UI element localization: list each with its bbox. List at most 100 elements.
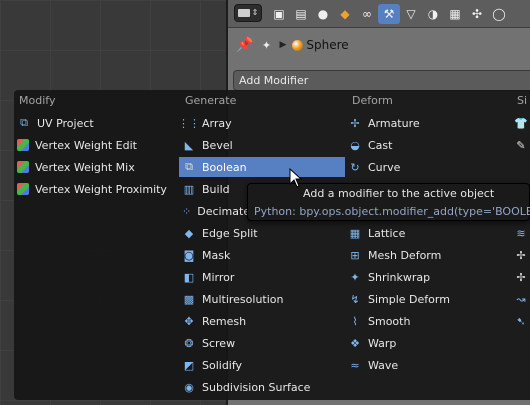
- updown-arrows-icon: ⇕: [251, 8, 259, 17]
- cast-icon: ◒: [350, 138, 360, 152]
- smoke-icon: ↝: [516, 292, 526, 306]
- menu-item-multiresolution[interactable]: ▩ Multiresolution: [179, 289, 345, 309]
- mesh-deform-icon: ⊞: [350, 248, 360, 262]
- render-tab-icon[interactable]: ▣: [268, 4, 290, 24]
- menu-item-mesh-deform[interactable]: ⊞ Mesh Deform: [345, 245, 515, 265]
- vertex-weight-icon: [17, 161, 29, 173]
- menu-item-boolean[interactable]: ⧉ Boolean: [179, 157, 345, 177]
- menu-item-array[interactable]: ⋮⋮ Array: [178, 113, 345, 133]
- menu-item-warp[interactable]: ❖ Warp: [345, 333, 515, 353]
- menu-item-decimate[interactable]: ⁘ Decimate: [179, 201, 251, 221]
- column-heading-simulate: Si: [517, 94, 528, 107]
- object-name: Sphere: [306, 38, 349, 52]
- menu-item-label: Cast: [368, 138, 393, 152]
- particles-icon: ✢: [516, 248, 526, 262]
- column-heading-deform: Deform: [352, 94, 393, 107]
- shrinkwrap-icon: ✦: [350, 270, 360, 284]
- menu-item-uv-project[interactable]: ⧉ UV Project: [14, 113, 179, 133]
- properties-header: ⇕ ▣ ▤ ● ◆ ∞ ⚒ ▽ ◑ ▦ ✣ ◯: [228, 0, 530, 28]
- menu-item-simulate-system[interactable]: ✢: [511, 267, 530, 287]
- menu-item-screw[interactable]: ❂ Screw: [179, 333, 345, 353]
- smooth-icon: ⌇: [352, 314, 358, 328]
- menu-item-label: Shrinkwrap: [368, 270, 431, 284]
- context-path: 📌 ✦ ▶ Sphere: [228, 31, 530, 59]
- object-icon: [292, 39, 304, 51]
- remesh-icon: ✥: [184, 314, 194, 328]
- mouse-cursor-icon: [289, 168, 303, 188]
- menu-item-label: Mirror: [202, 270, 235, 284]
- data-tab-icon[interactable]: ▽: [400, 4, 422, 24]
- menu-item-bevel[interactable]: ◣ Bevel: [179, 135, 345, 155]
- add-modifier-button[interactable]: Add Modifier: [233, 70, 530, 91]
- menu-item-label: Warp: [368, 336, 397, 350]
- vertex-weight-icon: [17, 183, 29, 195]
- menu-item-edge-split[interactable]: ◆ Edge Split: [179, 223, 345, 243]
- menu-item-subdivision-surface[interactable]: ◉ Subdivision Surface: [179, 377, 345, 397]
- column-heading-modify: Modify: [19, 94, 56, 107]
- tooltip-title: Add a modifier to the active object: [303, 187, 495, 200]
- menu-item-label: UV Project: [37, 116, 94, 130]
- menu-item-label: Vertex Weight Edit: [35, 138, 137, 152]
- menu-item-simulate-collision[interactable]: ✎: [511, 135, 530, 155]
- object-tab-icon[interactable]: ◆: [334, 4, 356, 24]
- menu-item-mask[interactable]: ◙ Mask: [179, 245, 345, 265]
- menu-item-simulate-particles[interactable]: ✢: [511, 245, 530, 265]
- menu-item-shrinkwrap[interactable]: ✦ Shrinkwrap: [345, 267, 515, 287]
- menu-item-simulate-fluid[interactable]: ≋: [511, 223, 530, 243]
- menu-item-label: Bevel: [202, 138, 233, 152]
- menu-item-vertex-weight-edit[interactable]: Vertex Weight Edit: [14, 135, 179, 155]
- menu-item-label: Vertex Weight Mix: [35, 160, 135, 174]
- menu-item-label: Simple Deform: [368, 292, 450, 306]
- screw-icon: ❂: [184, 336, 194, 350]
- menu-item-label: Decimate: [197, 204, 251, 218]
- uv-project-icon: ⧉: [20, 116, 28, 129]
- array-icon: ⋮⋮: [178, 116, 200, 130]
- menu-item-label: Smooth: [368, 314, 411, 328]
- constraints-tab-icon[interactable]: ∞: [356, 4, 378, 24]
- vertex-weight-icon: [17, 139, 29, 151]
- edge-split-icon: ◆: [184, 226, 194, 240]
- wave-icon: ≈: [350, 358, 360, 372]
- menu-item-label: Solidify: [202, 358, 243, 372]
- material-tab-icon[interactable]: ◑: [422, 4, 444, 24]
- menu-item-wave[interactable]: ≈ Wave: [345, 355, 515, 375]
- menu-item-smooth[interactable]: ⌇ Smooth: [345, 311, 515, 331]
- menu-item-vertex-weight-proximity[interactable]: Vertex Weight Proximity: [14, 179, 179, 199]
- menu-item-label: Subdivision Surface: [202, 380, 311, 394]
- menu-item-remesh[interactable]: ✥ Remesh: [179, 311, 345, 331]
- particles-tab-icon[interactable]: ✣: [466, 4, 488, 24]
- chevron-right-icon: ▶: [279, 40, 287, 50]
- menu-item-label: Curve: [368, 160, 401, 174]
- menu-item-armature[interactable]: ✢ Armature: [345, 113, 515, 133]
- texture-tab-icon[interactable]: ▦: [444, 4, 466, 24]
- modifiers-wrench-tab-icon[interactable]: ⚒: [378, 4, 400, 24]
- menu-item-label: Multiresolution: [202, 292, 284, 306]
- menu-item-label: Screw: [202, 336, 236, 350]
- context-object[interactable]: Sphere: [292, 38, 349, 52]
- bevel-icon: ◣: [184, 138, 194, 152]
- menu-item-mirror[interactable]: ◧ Mirror: [179, 267, 345, 287]
- column-heading-generate: Generate: [185, 94, 237, 107]
- menu-item-cast[interactable]: ◒ Cast: [345, 135, 515, 155]
- scene-objects-icon: ✦: [261, 38, 272, 52]
- curve-icon: ↻: [350, 160, 360, 174]
- render-layers-tab-icon[interactable]: ▤: [290, 4, 312, 24]
- tooltip-python: Python: bpy.ops.object.modifier_add(type…: [254, 205, 530, 218]
- menu-item-simulate-cloth[interactable]: 👕: [511, 113, 530, 133]
- menu-item-lattice[interactable]: ▦ Lattice: [345, 223, 515, 243]
- menu-item-label: Remesh: [202, 314, 247, 328]
- editor-type-button[interactable]: ⇕: [234, 4, 262, 22]
- menu-item-curve[interactable]: ↻ Curve: [345, 157, 515, 177]
- pin-icon[interactable]: 📌: [236, 37, 253, 53]
- menu-item-label: Armature: [368, 116, 420, 130]
- physics-tab-icon[interactable]: ◯: [488, 4, 510, 24]
- menu-item-label: Mesh Deform: [368, 248, 442, 262]
- menu-item-simple-deform[interactable]: ↯ Simple Deform: [345, 289, 515, 309]
- menu-item-simulate-smoke[interactable]: ↝: [511, 289, 530, 309]
- world-tab-icon[interactable]: ●: [312, 4, 334, 24]
- menu-item-vertex-weight-mix[interactable]: Vertex Weight Mix: [14, 157, 179, 177]
- menu-item-solidify[interactable]: ◩ Solidify: [179, 355, 345, 375]
- fluid-icon: ≋: [516, 226, 526, 240]
- simple-deform-icon: ↯: [350, 292, 360, 306]
- menu-item-simulate-soft-body[interactable]: ➷: [511, 311, 530, 331]
